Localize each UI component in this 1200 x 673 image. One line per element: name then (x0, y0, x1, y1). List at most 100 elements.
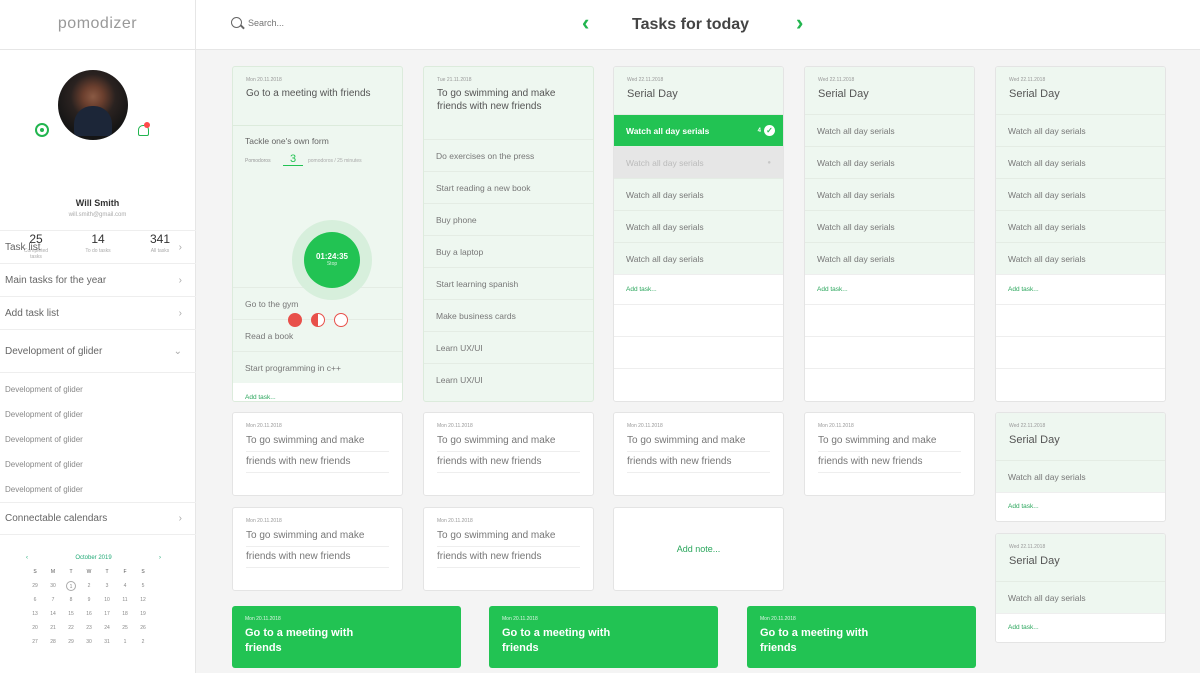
sidebar-item-task-list[interactable]: Task list › (0, 230, 196, 263)
calendar-day[interactable]: 24 (98, 623, 116, 633)
task-row[interactable]: Watch all day serials (996, 114, 1165, 146)
calendar-day[interactable]: 15 (62, 609, 80, 619)
sub-item[interactable]: Development of glider (0, 427, 196, 452)
calendar-day[interactable]: 2 (80, 581, 98, 591)
gear-icon[interactable] (35, 123, 49, 137)
task-row[interactable]: Learn UX/UI (424, 363, 593, 395)
calendar-day[interactable]: 17 (98, 609, 116, 619)
add-task-link[interactable]: Add task... (996, 492, 1165, 520)
sidebar-item-calendars[interactable]: Connectable calendars › (0, 502, 196, 535)
calendar-day[interactable]: 13 (26, 609, 44, 619)
task-row[interactable]: Watch all day serials (996, 178, 1165, 210)
sidebar-item-main-tasks[interactable]: Main tasks for the year › (0, 263, 196, 296)
card-title: Serial Day (818, 88, 869, 100)
task-row[interactable]: Make business cards (424, 299, 593, 331)
task-row[interactable]: Buy a laptop (424, 235, 593, 267)
note-card[interactable]: Mon 20.11.2018 To go swimming and make fr… (423, 507, 594, 591)
calendar-day[interactable]: 22 (62, 623, 80, 633)
task-row[interactable]: Start reading a new book (424, 171, 593, 203)
calendar-day[interactable]: 7 (44, 595, 62, 605)
calendar-day[interactable]: 18 (116, 609, 134, 619)
calendar-day[interactable]: 16 (80, 609, 98, 619)
task-row[interactable]: Watch all day serials (996, 146, 1165, 178)
task-row[interactable]: Watch all day serials (805, 114, 974, 146)
add-note-link[interactable]: Add note... (677, 544, 721, 554)
calendar-day[interactable]: 31 (98, 637, 116, 647)
meeting-card[interactable]: Mon 20.11.2018 Go to a meeting with frie… (489, 606, 718, 668)
task-row[interactable]: Watch all day serials (805, 146, 974, 178)
calendar-day[interactable]: 30 (80, 637, 98, 647)
calendar-day[interactable]: 21 (44, 623, 62, 633)
add-task-link[interactable]: Add task... (996, 274, 1165, 304)
prev-day-icon[interactable]: ‹ (582, 10, 589, 36)
calendar-day[interactable]: 3 (98, 581, 116, 591)
task-row[interactable]: Watch all day serials (614, 178, 783, 210)
task-row[interactable]: Watch all day serials (996, 210, 1165, 242)
sub-item[interactable]: Development of glider (0, 377, 196, 402)
calendar-day[interactable]: 10 (98, 595, 116, 605)
calendar-day[interactable]: 27 (26, 637, 44, 647)
empty-row (614, 304, 783, 336)
calendar-day[interactable]: 4 (116, 581, 134, 591)
task-row[interactable]: Watch all day serials (614, 242, 783, 274)
calendar-day[interactable]: 29 (62, 637, 80, 647)
add-task-link[interactable]: Add task... (996, 613, 1165, 641)
add-task-link[interactable]: Add task... (614, 274, 783, 304)
task-row[interactable]: Start learning spanish (424, 267, 593, 299)
sidebar-item-development[interactable]: Development of glider ⌄ (0, 329, 196, 373)
calendar-day[interactable]: 28 (44, 637, 62, 647)
calendar-day[interactable]: 2 (134, 637, 152, 647)
task-row[interactable]: Watch all day serials (996, 242, 1165, 274)
task-row[interactable]: Do exercises on the press (424, 139, 593, 171)
calendar-day[interactable]: 26 (134, 623, 152, 633)
note-card[interactable]: Mon 20.11.2018 To go swimming and make fr… (804, 412, 975, 496)
calendar-day[interactable]: 25 (116, 623, 134, 633)
note-card[interactable]: Mon 20.11.2018 To go swimming and make fr… (232, 412, 403, 496)
calendar-day[interactable]: 6 (26, 595, 44, 605)
calendar-prev-icon[interactable]: ‹ (26, 555, 28, 561)
add-note-card[interactable]: Add note... (613, 507, 784, 591)
calendar-day[interactable]: 19 (134, 609, 152, 619)
sub-item[interactable]: Development of glider (0, 452, 196, 477)
timer-button[interactable]: 01:24:35 Stop (304, 232, 360, 288)
task-row[interactable]: Watch all day serials (805, 178, 974, 210)
next-day-icon[interactable]: › (796, 10, 803, 36)
calendar-day[interactable]: 1 (66, 581, 76, 591)
task-row-dimmed[interactable]: Watch all day serials ● (614, 146, 783, 178)
calendar-day[interactable]: 1 (116, 637, 134, 647)
task-row[interactable]: Watch all day serials (996, 581, 1165, 613)
sub-item[interactable]: Development of glider (0, 402, 196, 427)
meeting-card[interactable]: Mon 20.11.2018 Go to a meeting with frie… (232, 606, 461, 668)
sub-item[interactable]: Development of glider (0, 477, 196, 502)
add-task-link[interactable]: Add task... (805, 274, 974, 304)
calendar-day[interactable]: 20 (26, 623, 44, 633)
task-row[interactable]: Learn UX/UI (424, 331, 593, 363)
note-card[interactable]: Mon 20.11.2018 To go swimming and make fr… (613, 412, 784, 496)
calendar-day[interactable]: 12 (134, 595, 152, 605)
add-task-link[interactable]: Add task... (233, 383, 402, 401)
calendar-day[interactable]: 11 (116, 595, 134, 605)
note-card[interactable]: Mon 20.11.2018 To go swimming and make fr… (423, 412, 594, 496)
task-row[interactable]: Watch all day serials (996, 460, 1165, 492)
task-row[interactable]: Buy phone (424, 203, 593, 235)
calendar-day[interactable]: 23 (80, 623, 98, 633)
task-row[interactable]: Start programming in c++ (233, 351, 402, 383)
avatar[interactable] (58, 70, 128, 140)
calendar-day[interactable]: 8 (62, 595, 80, 605)
calendar-day[interactable]: 14 (44, 609, 62, 619)
task-row-active[interactable]: Watch all day serials 4 ✓ (614, 114, 783, 146)
calendar-day[interactable]: 30 (44, 581, 62, 591)
task-row[interactable]: Watch all day serials (805, 210, 974, 242)
calendar-day[interactable]: 29 (26, 581, 44, 591)
calendar-day[interactable]: 9 (80, 595, 98, 605)
task-row[interactable]: Watch all day serials (805, 242, 974, 274)
task-row[interactable]: Watch all day serials (614, 210, 783, 242)
check-icon[interactable]: ✓ (764, 125, 775, 136)
sidebar-item-add-task-list[interactable]: Add task list › (0, 296, 196, 329)
meeting-card[interactable]: Mon 20.11.2018 Go to a meeting with frie… (747, 606, 976, 668)
pom-count[interactable]: 3 (283, 153, 303, 166)
calendar-day[interactable]: 5 (134, 581, 152, 591)
calendar-next-icon[interactable]: › (159, 555, 161, 561)
note-card[interactable]: Mon 20.11.2018 To go swimming and make fr… (232, 507, 403, 591)
search-input[interactable] (248, 17, 368, 28)
